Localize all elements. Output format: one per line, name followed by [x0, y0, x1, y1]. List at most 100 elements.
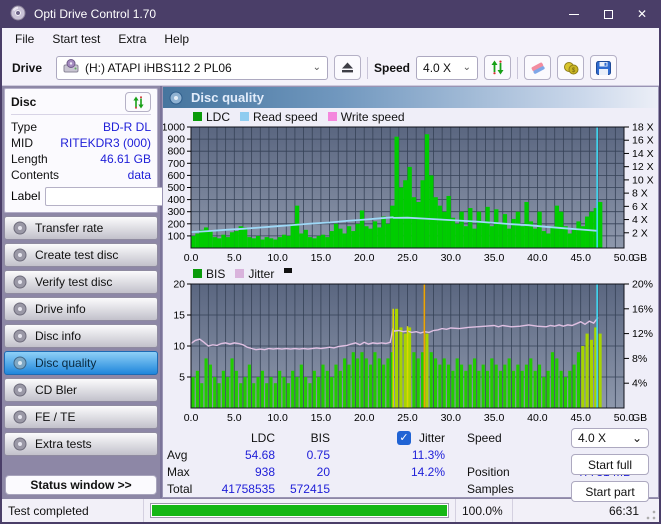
field-value: BD-R DL [102, 120, 151, 134]
test-speed-select[interactable]: 4.0 X ⌄ [571, 428, 649, 448]
menu-file[interactable]: File [6, 30, 43, 48]
field-value: 46.61 GB [100, 152, 151, 166]
disc-icon [13, 356, 27, 370]
sidebar-item-cd-bler[interactable]: CD Bler [4, 378, 158, 402]
menu-help[interactable]: Help [155, 30, 198, 48]
save-button[interactable] [590, 55, 618, 80]
svg-text:40.0: 40.0 [527, 252, 548, 264]
eject-button[interactable] [334, 55, 361, 80]
chevron-down-icon: ⌄ [462, 62, 472, 73]
legend-swatch [235, 269, 245, 278]
svg-text:5: 5 [179, 372, 185, 384]
coins-icon: $ [563, 61, 579, 74]
svg-text:35.0: 35.0 [484, 252, 505, 264]
menu-start-test[interactable]: Start test [43, 30, 109, 48]
disc-icon [13, 275, 27, 289]
speed-select[interactable]: 4.0 X ⌄ [416, 55, 479, 80]
maximize-button[interactable] [591, 0, 625, 28]
menu-extra[interactable]: Extra [109, 30, 155, 48]
refresh-arrows-icon [491, 60, 504, 75]
svg-text:5.0: 5.0 [227, 412, 242, 424]
drive-select[interactable]: (H:) ATAPI iHBS112 2 PL06 ⌄ [56, 55, 328, 80]
avg-jitter: 11.3% [411, 447, 445, 462]
chevron-down-icon: ⌄ [631, 431, 642, 445]
elapsed-time: 66:31 [608, 503, 639, 518]
status-window-button[interactable]: Status window >> [5, 475, 157, 495]
svg-text:4%: 4% [632, 378, 647, 390]
svg-text:400: 400 [167, 194, 185, 206]
disc-icon [13, 302, 27, 316]
sidebar-item-transfer-rate[interactable]: Transfer rate [4, 216, 158, 240]
disc-icon [169, 91, 183, 104]
progress-bar [150, 503, 449, 518]
legend-swatch [193, 112, 202, 121]
drive-icon [63, 59, 79, 76]
field-label: MID [11, 136, 33, 150]
progress-fill [152, 505, 447, 516]
chart2-legend: BIS Jitter [193, 267, 658, 281]
disc-refresh-button[interactable] [125, 92, 151, 112]
svg-text:30.0: 30.0 [441, 252, 462, 264]
drive-select-value: (H:) ATAPI iHBS112 2 PL06 [85, 60, 232, 75]
sidebar-item-disc-quality[interactable]: Disc quality [4, 351, 158, 375]
sidebar-item-drive-info[interactable]: Drive info [4, 297, 158, 321]
erase-disc-button[interactable] [524, 55, 552, 80]
sidebar-item-label: Transfer rate [35, 221, 104, 235]
disc-label-row: Label [11, 186, 219, 206]
legend-item: LDC [193, 110, 230, 124]
start-part-button[interactable]: Start part [571, 481, 649, 502]
start-full-button[interactable]: Start full [571, 454, 649, 475]
refresh-button[interactable] [484, 55, 512, 80]
sidebar: Disc Type BD-R DL MID RITEKDR3 (000) Len… [2, 86, 219, 498]
svg-text:4 X: 4 X [632, 214, 648, 226]
jitter-checkbox[interactable]: ✓ [396, 430, 411, 445]
legend-item: BIS [193, 267, 225, 281]
svg-text:8 X: 8 X [632, 188, 648, 200]
coins-button[interactable]: $ [557, 55, 585, 80]
field-label: Type [11, 120, 38, 134]
progress-percent: 100.0% [456, 499, 513, 522]
svg-text:0.0: 0.0 [184, 412, 199, 424]
svg-text:5.0: 5.0 [227, 252, 242, 264]
svg-text:100: 100 [167, 230, 185, 242]
svg-text:12 X: 12 X [632, 161, 654, 173]
speed-label: Speed [374, 60, 411, 75]
avg-bis: 0.75 [306, 447, 330, 462]
close-button[interactable]: ✕ [625, 0, 659, 28]
svg-text:15: 15 [173, 310, 185, 322]
total-bis: 572415 [289, 481, 330, 496]
sidebar-item-extra-tests[interactable]: Extra tests [4, 432, 158, 456]
svg-text:0.0: 0.0 [184, 252, 199, 264]
stats-panel: LDC BIS ✓ Jitter Speed 1.74 X Avg 54.68 … [163, 425, 658, 502]
jitter-checkbox-label: Jitter [418, 430, 445, 445]
disc-icon [13, 437, 27, 451]
field-value: RITEKDR3 (000) [60, 136, 151, 150]
max-jitter: 14.2% [410, 464, 445, 479]
speed-stat-label: Speed [467, 430, 502, 445]
legend-swatch [284, 268, 293, 273]
disc-row-mid: MID RITEKDR3 (000) [11, 135, 151, 151]
panel-title: Disc quality [191, 90, 264, 105]
svg-text:10: 10 [173, 341, 185, 353]
svg-text:GB: GB [632, 412, 647, 424]
samples-stat-label: Samples [467, 481, 514, 496]
legend-item [284, 268, 293, 279]
sidebar-item-disc-info[interactable]: Disc info [4, 324, 158, 348]
svg-text:45.0: 45.0 [570, 252, 591, 264]
svg-text:600: 600 [167, 170, 185, 182]
progress-segment [144, 499, 456, 522]
sidebar-item-create-test-disc[interactable]: Create test disc [4, 243, 158, 267]
svg-text:40.0: 40.0 [527, 412, 548, 424]
svg-text:25.0: 25.0 [397, 412, 418, 424]
svg-text:12%: 12% [632, 328, 653, 340]
disc-row-length: Length 46.61 GB [11, 151, 151, 167]
sidebar-item-verify-test-disc[interactable]: Verify test disc [4, 270, 158, 294]
svg-text:15.0: 15.0 [311, 412, 332, 424]
minimize-button[interactable] [557, 0, 591, 28]
legend-item: Write speed [327, 110, 405, 124]
svg-text:300: 300 [167, 206, 185, 218]
sidebar-item-fe-te[interactable]: FE / TE [4, 405, 158, 429]
field-value[interactable]: data [128, 168, 151, 182]
resize-grip[interactable] [645, 508, 657, 521]
sidebar-item-label: Extra tests [35, 437, 92, 451]
